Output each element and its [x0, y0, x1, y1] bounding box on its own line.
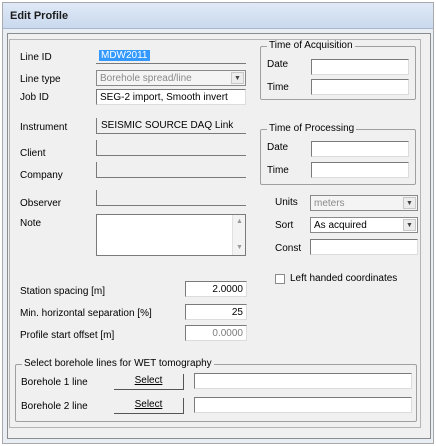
borehole-2-select-button[interactable]: Select	[114, 398, 184, 414]
line-type-select[interactable]: Borehole spread/line ▼	[96, 70, 246, 86]
acquisition-group: Time of Acquisition Date Time	[260, 40, 416, 100]
chevron-down-icon[interactable]: ▼	[403, 219, 416, 231]
job-id-label: Job ID	[20, 92, 49, 103]
borehole-1-label: Borehole 1 line	[21, 377, 88, 388]
processing-group: Time of Processing Date Time	[260, 123, 416, 185]
chevron-down-icon[interactable]: ▼	[231, 72, 244, 84]
line-type-label: Line type	[20, 74, 61, 85]
units-label: Units	[275, 197, 298, 208]
min-separation-input[interactable]: 25	[185, 304, 247, 320]
note-label: Note	[20, 218, 42, 229]
line-id-input[interactable]: MDW2011	[96, 48, 246, 64]
borehole-1-input[interactable]	[194, 373, 412, 389]
acquisition-time-label: Time	[267, 82, 289, 93]
processing-date-label: Date	[267, 142, 289, 153]
processing-time-label: Time	[267, 165, 289, 176]
sort-value: As acquired	[314, 220, 367, 231]
borehole-legend: Select borehole lines for WET tomography	[22, 358, 214, 369]
note-textarea[interactable]: ▲ ▼	[96, 214, 246, 256]
company-label: Company	[20, 170, 63, 181]
client-label: Client	[20, 148, 46, 159]
borehole-2-label: Borehole 2 line	[21, 401, 88, 412]
processing-time-input[interactable]	[311, 162, 409, 178]
left-handed-label: Left handed coordinates	[290, 273, 398, 284]
processing-legend: Time of Processing	[267, 123, 357, 134]
line-id-value: MDW2011	[99, 50, 150, 61]
borehole-2-input[interactable]	[194, 397, 412, 413]
const-input[interactable]	[310, 239, 418, 255]
start-offset-label: Profile start offset [m]	[20, 330, 115, 341]
units-value: meters	[314, 198, 345, 209]
scroll-up-icon[interactable]: ▲	[236, 218, 243, 225]
processing-date-input[interactable]	[311, 141, 409, 157]
borehole-1-select-button[interactable]: Select	[114, 374, 184, 390]
sort-label: Sort	[275, 220, 294, 231]
acquisition-legend: Time of Acquisition	[267, 40, 355, 51]
station-spacing-label: Station spacing [m]	[20, 286, 106, 297]
observer-input[interactable]	[96, 190, 246, 206]
station-spacing-input[interactable]: 2.0000	[185, 281, 247, 297]
title-bar[interactable]: Edit Profile	[3, 3, 433, 29]
units-select[interactable]: meters ▼	[310, 195, 418, 211]
company-input[interactable]	[96, 162, 246, 178]
client-input[interactable]	[96, 140, 246, 156]
sort-select[interactable]: As acquired ▼	[310, 217, 418, 233]
note-scrollbar[interactable]: ▲ ▼	[232, 215, 245, 255]
profile-form-panel: Line ID MDW2011 Line type Borehole sprea…	[9, 39, 421, 428]
const-label: Const	[275, 243, 302, 254]
chevron-down-icon[interactable]: ▼	[403, 197, 416, 209]
instrument-label: Instrument	[20, 122, 68, 133]
acquisition-time-input[interactable]	[311, 79, 409, 95]
observer-label: Observer	[20, 198, 62, 209]
scroll-down-icon[interactable]: ▼	[236, 244, 243, 251]
min-separation-label: Min. horizontal separation [%]	[20, 308, 152, 319]
line-type-value: Borehole spread/line	[100, 73, 192, 84]
instrument-input[interactable]: SEISMIC SOURCE DAQ Link	[96, 118, 246, 134]
window-title: Edit Profile	[10, 10, 69, 22]
left-handed-checkbox[interactable]	[275, 274, 285, 284]
acquisition-date-input[interactable]	[311, 59, 409, 75]
job-id-input[interactable]: SEG-2 import, Smooth invert	[96, 89, 246, 105]
start-offset-input[interactable]: 0.0000	[185, 325, 247, 341]
line-id-label: Line ID	[20, 52, 52, 63]
borehole-group: Select borehole lines for WET tomography…	[15, 358, 417, 422]
acquisition-date-label: Date	[267, 59, 289, 70]
